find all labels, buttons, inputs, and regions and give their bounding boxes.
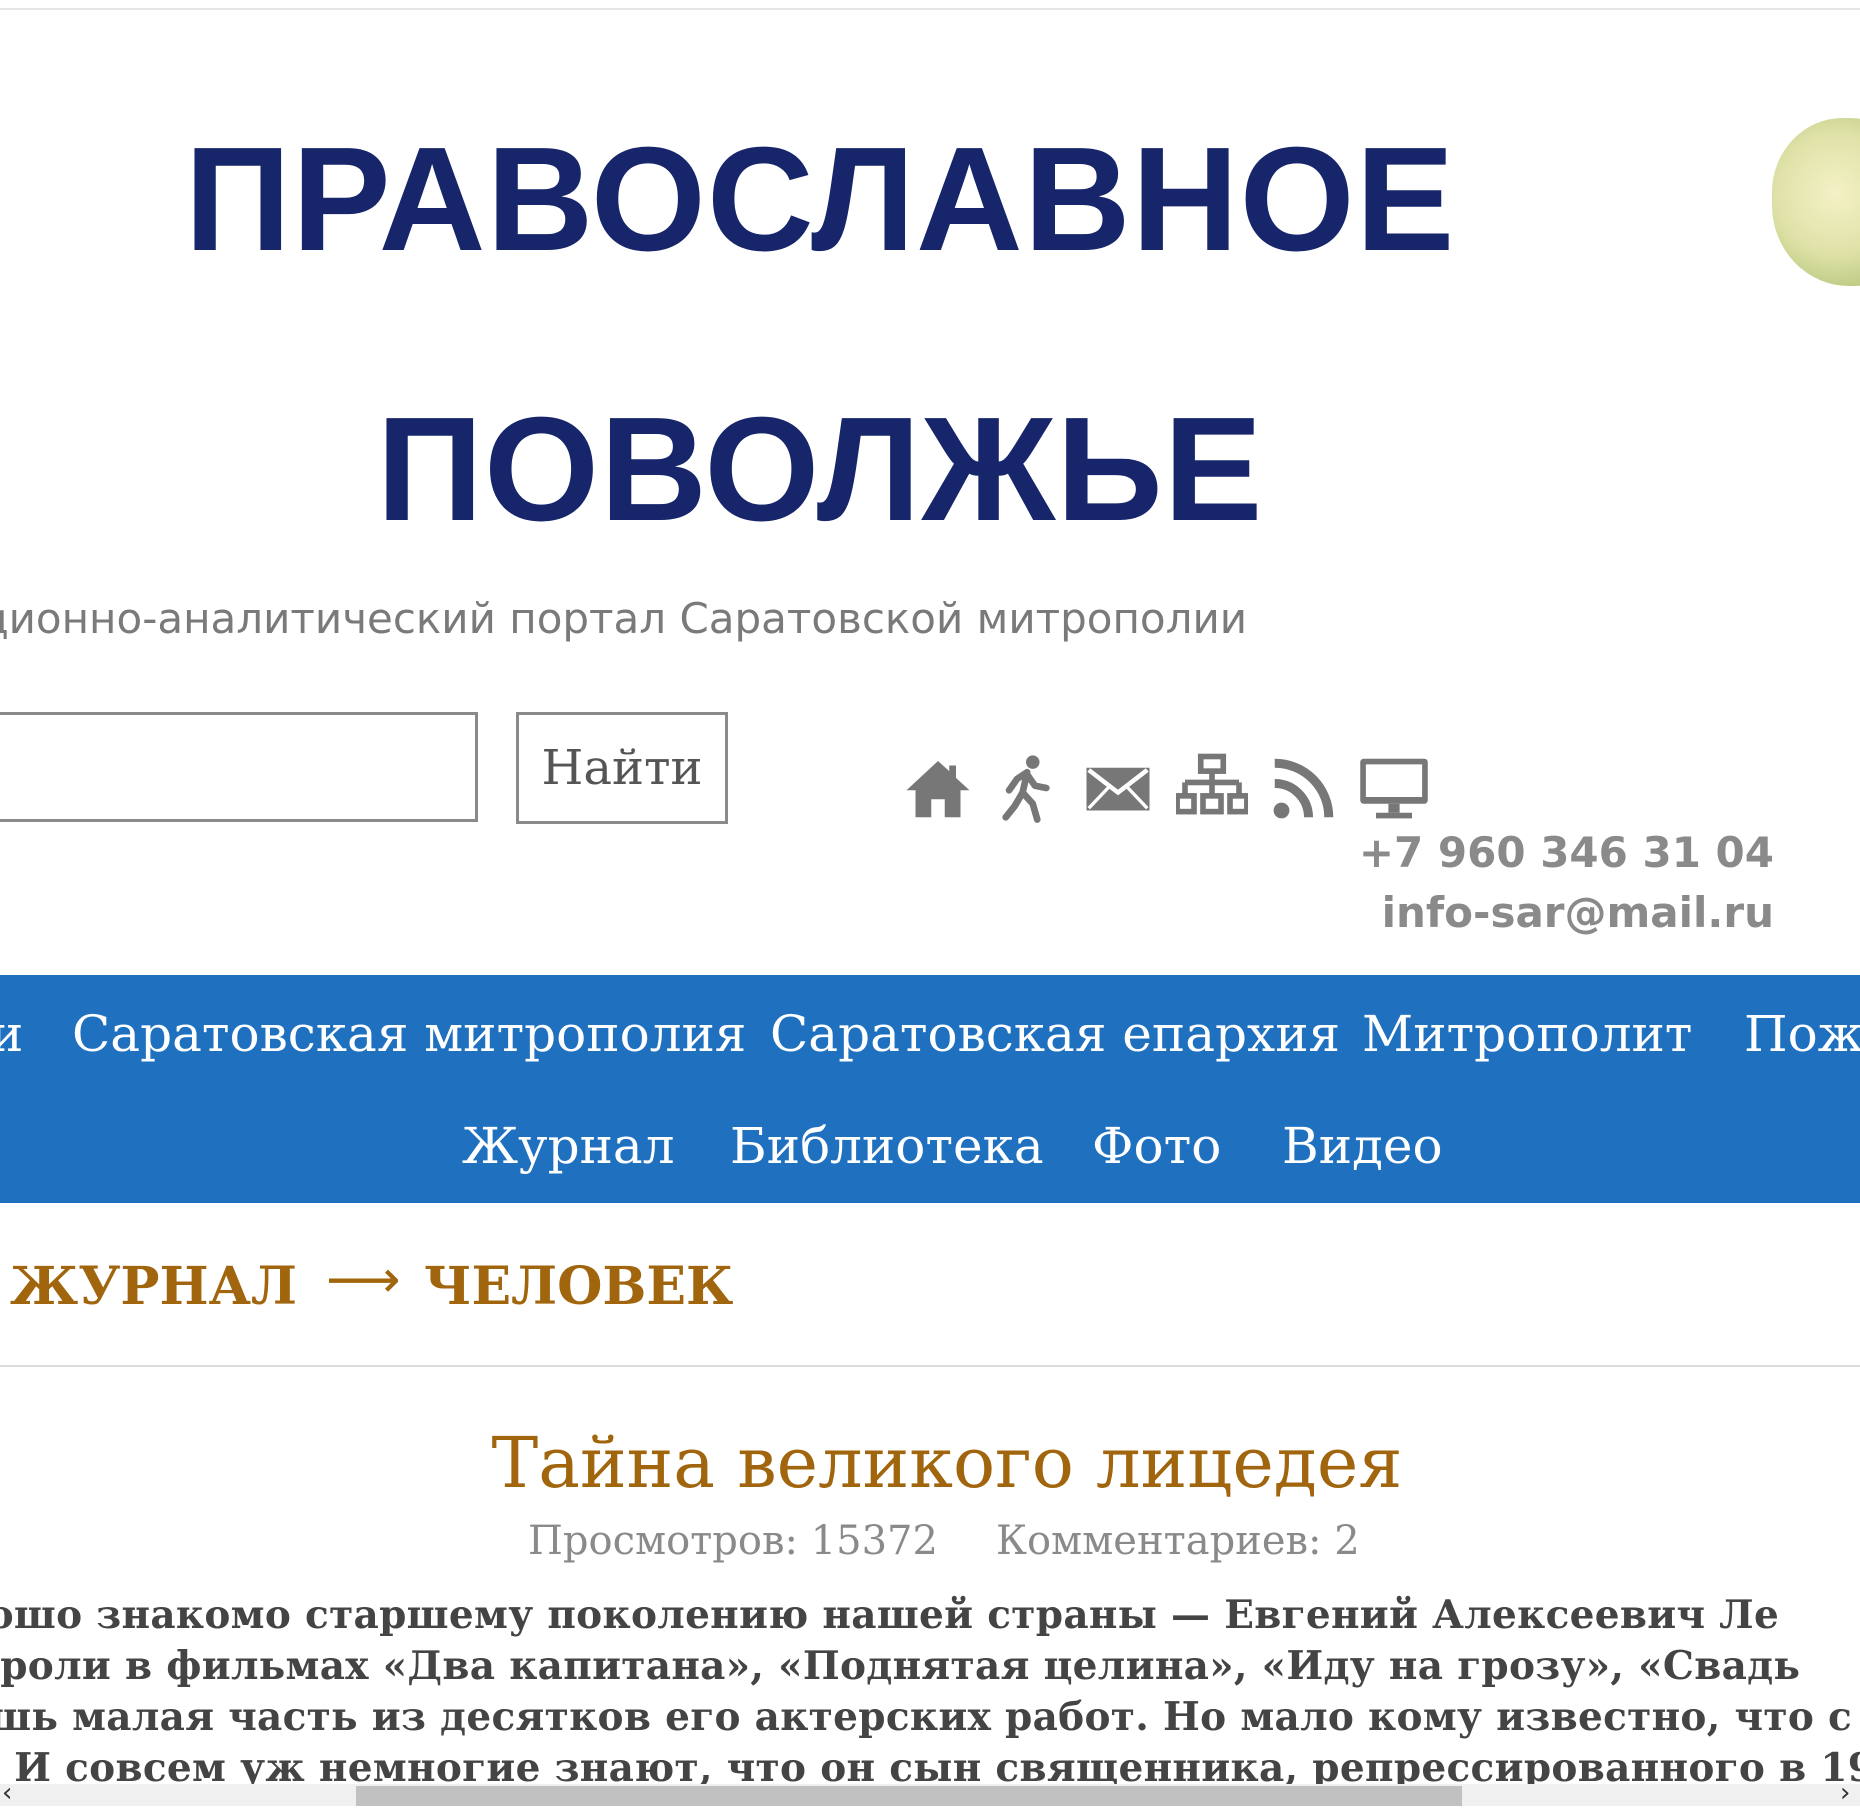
walking-person-icon[interactable] [990, 752, 1062, 824]
top-rule [0, 8, 1860, 10]
contact-phone: +7 960 346 31 04 [1358, 828, 1774, 877]
article-title: Тайна великого лицедея [491, 1422, 1403, 1504]
breadcrumb-journal[interactable]: ЖУРНАЛ [10, 1256, 297, 1317]
breadcrumb-chelovek[interactable]: ЧЕЛОВЕК [424, 1256, 733, 1317]
nav-item-saratov-metropolis[interactable]: Саратовская митрополия [72, 1005, 746, 1063]
site-tagline: ционно-аналитический портал Саратовской … [0, 594, 1248, 643]
breadcrumb-arrow-icon: ⟶ [326, 1250, 401, 1310]
contact-email[interactable]: info-sar@mail.ru [1382, 888, 1774, 937]
sitemap-icon[interactable] [1176, 752, 1248, 824]
scroll-left-icon[interactable]: ‹ [2, 1780, 12, 1806]
main-navigation: и Саратовская митрополия Саратовская епа… [0, 975, 1860, 1203]
scroll-right-icon[interactable]: › [1840, 1780, 1850, 1806]
article-text-line: ишь малая часть из десятков его актерски… [0, 1694, 1853, 1740]
mail-icon[interactable] [1082, 752, 1154, 824]
site-title-line1[interactable]: ПРАВОСЛАВНОЕ [0, 115, 1640, 285]
emblem-logo [1772, 118, 1860, 286]
nav-item-metropolitan[interactable]: Митрополит [1362, 1005, 1692, 1063]
divider [0, 1365, 1860, 1367]
nav-item-cut-left[interactable]: и [0, 1005, 23, 1063]
article-text-line: рошо знакомо старшему поколению нашей ст… [0, 1592, 1780, 1638]
rss-icon[interactable] [1268, 752, 1340, 824]
nav-item-cut-right[interactable]: Пож [1744, 1005, 1860, 1063]
nav-item-saratov-eparchy[interactable]: Саратовская епархия [770, 1005, 1340, 1063]
article-text-line: о роли в фильмах «Два капитана», «Поднят… [0, 1643, 1801, 1689]
article-comments[interactable]: Комментариев: 2 [996, 1518, 1360, 1564]
monitor-icon[interactable] [1358, 752, 1430, 824]
search-input[interactable] [0, 712, 478, 822]
nav-item-video[interactable]: Видео [1282, 1117, 1443, 1175]
article-views: Просмотров: 15372 [528, 1518, 938, 1564]
scrollbar-thumb[interactable] [356, 1786, 1462, 1806]
nav-item-journal[interactable]: Журнал [462, 1117, 675, 1175]
nav-item-photo[interactable]: Фото [1092, 1117, 1221, 1175]
home-icon[interactable] [902, 752, 974, 824]
site-title-line2[interactable]: ПОВОЛЖЬЕ [0, 385, 1640, 555]
search-button[interactable]: Найти [516, 712, 728, 824]
nav-item-library[interactable]: Библиотека [730, 1117, 1044, 1175]
